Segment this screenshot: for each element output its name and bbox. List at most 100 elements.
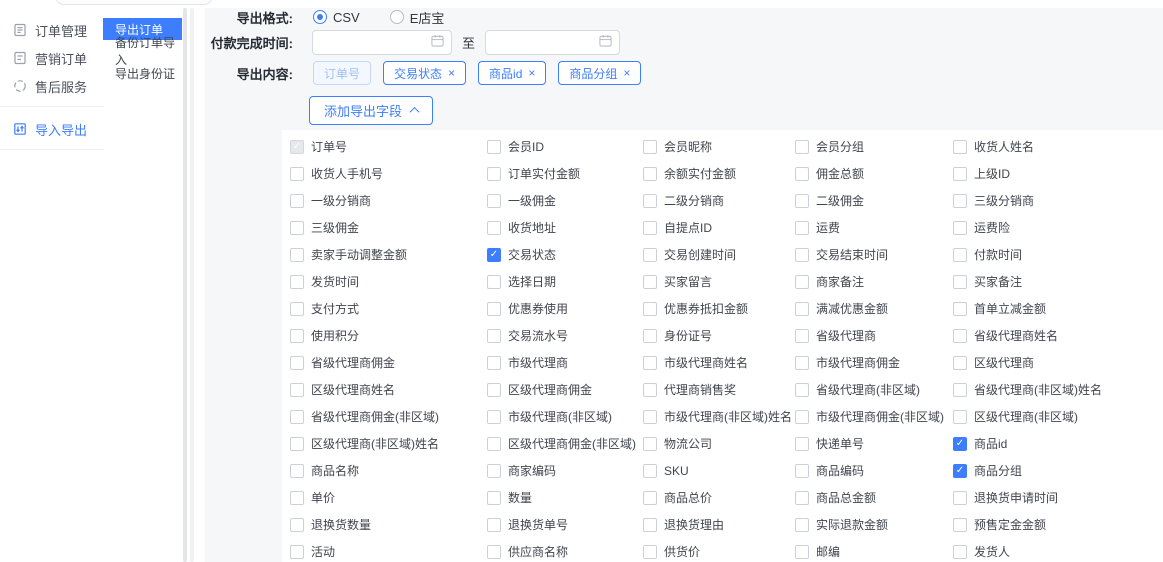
field-checkbox-item[interactable]: 实际退款金额 bbox=[795, 511, 953, 538]
remove-tag-icon[interactable]: × bbox=[623, 66, 630, 80]
checkbox-unchecked-icon[interactable] bbox=[795, 329, 809, 343]
checkbox-unchecked-icon[interactable] bbox=[290, 545, 304, 559]
checkbox-unchecked-icon[interactable] bbox=[953, 140, 967, 154]
field-checkbox-item[interactable]: 区级代理商 bbox=[953, 349, 1163, 376]
field-checkbox-item[interactable]: 发货时间 bbox=[290, 268, 487, 295]
checkbox-unchecked-icon[interactable] bbox=[795, 491, 809, 505]
checkbox-unchecked-icon[interactable] bbox=[953, 194, 967, 208]
field-checkbox-item[interactable]: 快递单号 bbox=[795, 430, 953, 457]
field-checkbox-item[interactable]: 市级代理商佣金(非区域) bbox=[795, 403, 953, 430]
checkbox-unchecked-icon[interactable] bbox=[290, 491, 304, 505]
checkbox-unchecked-icon[interactable] bbox=[643, 302, 657, 316]
checkbox-unchecked-icon[interactable] bbox=[487, 167, 501, 181]
field-checkbox-item[interactable]: 发货人 bbox=[953, 538, 1163, 562]
field-checkbox-item[interactable]: 省级代理商姓名 bbox=[953, 322, 1163, 349]
checkbox-unchecked-icon[interactable] bbox=[290, 221, 304, 235]
field-checkbox-item[interactable]: 区级代理商姓名 bbox=[290, 376, 487, 403]
field-checkbox-item[interactable]: 商家备注 bbox=[795, 268, 953, 295]
checkbox-unchecked-icon[interactable] bbox=[795, 383, 809, 397]
field-checkbox-item[interactable]: 商品总金额 bbox=[795, 484, 953, 511]
checkbox-unchecked-icon[interactable] bbox=[643, 221, 657, 235]
field-checkbox-item[interactable]: 付款时间 bbox=[953, 241, 1163, 268]
sidebar-scrollbar[interactable] bbox=[183, 8, 187, 562]
checkbox-unchecked-icon[interactable] bbox=[953, 356, 967, 370]
checkbox-unchecked-icon[interactable] bbox=[795, 518, 809, 532]
field-checkbox-item[interactable]: 选择日期 bbox=[487, 268, 643, 295]
checkbox-unchecked-icon[interactable] bbox=[290, 518, 304, 532]
checkbox-unchecked-icon[interactable] bbox=[643, 464, 657, 478]
checkbox-unchecked-icon[interactable] bbox=[487, 302, 501, 316]
checkbox-unchecked-icon[interactable] bbox=[487, 356, 501, 370]
field-checkbox-item[interactable]: 二级分销商 bbox=[643, 187, 795, 214]
checkbox-unchecked-icon[interactable] bbox=[643, 140, 657, 154]
field-checkbox-item[interactable]: ✓交易状态 bbox=[487, 241, 643, 268]
checkbox-unchecked-icon[interactable] bbox=[487, 140, 501, 154]
checkbox-unchecked-icon[interactable] bbox=[953, 545, 967, 559]
checkbox-unchecked-icon[interactable] bbox=[290, 329, 304, 343]
field-checkbox-item[interactable]: 代理商销售奖 bbox=[643, 376, 795, 403]
start-date-input[interactable] bbox=[312, 30, 452, 55]
field-checkbox-item[interactable]: 会员ID bbox=[487, 133, 643, 160]
checkbox-unchecked-icon[interactable] bbox=[795, 140, 809, 154]
field-checkbox-item[interactable]: 区级代理商佣金 bbox=[487, 376, 643, 403]
checkbox-unchecked-icon[interactable] bbox=[795, 410, 809, 424]
checkbox-unchecked-icon[interactable] bbox=[487, 275, 501, 289]
checkbox-unchecked-icon[interactable] bbox=[953, 302, 967, 316]
checkbox-unchecked-icon[interactable] bbox=[290, 248, 304, 262]
field-checkbox-item[interactable]: 会员分组 bbox=[795, 133, 953, 160]
checkbox-unchecked-icon[interactable] bbox=[795, 221, 809, 235]
field-checkbox-item[interactable]: 首单立减金额 bbox=[953, 295, 1163, 322]
checkbox-unchecked-icon[interactable] bbox=[487, 194, 501, 208]
checkbox-unchecked-icon[interactable] bbox=[953, 383, 967, 397]
checkbox-unchecked-icon[interactable] bbox=[290, 383, 304, 397]
field-checkbox-item[interactable]: 区级代理商(非区域) bbox=[953, 403, 1163, 430]
remove-tag-icon[interactable]: × bbox=[448, 66, 455, 80]
field-checkbox-item[interactable]: 满减优惠金额 bbox=[795, 295, 953, 322]
checkbox-unchecked-icon[interactable] bbox=[953, 248, 967, 262]
field-checkbox-item[interactable]: 交易结束时间 bbox=[795, 241, 953, 268]
checkbox-unchecked-icon[interactable] bbox=[953, 275, 967, 289]
field-checkbox-item[interactable]: 单价 bbox=[290, 484, 487, 511]
field-checkbox-item[interactable]: 会员昵称 bbox=[643, 133, 795, 160]
checkbox-checked-icon[interactable]: ✓ bbox=[487, 248, 501, 262]
submenu-item-备份订单导入[interactable]: 备份订单导入 bbox=[103, 40, 182, 62]
field-checkbox-item[interactable]: 收货人姓名 bbox=[953, 133, 1163, 160]
field-checkbox-item[interactable]: 自提点ID bbox=[643, 214, 795, 241]
field-checkbox-item[interactable]: 上级ID bbox=[953, 160, 1163, 187]
checkbox-unchecked-icon[interactable] bbox=[795, 167, 809, 181]
field-checkbox-item[interactable]: 商品名称 bbox=[290, 457, 487, 484]
checkbox-unchecked-icon[interactable] bbox=[643, 545, 657, 559]
checkbox-unchecked-icon[interactable] bbox=[643, 167, 657, 181]
field-checkbox-item[interactable]: 退换货数量 bbox=[290, 511, 487, 538]
field-checkbox-item[interactable]: 退换货申请时间 bbox=[953, 484, 1163, 511]
field-checkbox-item[interactable]: 退换货理由 bbox=[643, 511, 795, 538]
checkbox-unchecked-icon[interactable] bbox=[795, 194, 809, 208]
checkbox-unchecked-icon[interactable] bbox=[487, 437, 501, 451]
field-checkbox-item[interactable]: SKU bbox=[643, 457, 795, 484]
checkbox-unchecked-icon[interactable] bbox=[795, 464, 809, 478]
field-checkbox-item[interactable]: 区级代理商佣金(非区域) bbox=[487, 430, 643, 457]
field-checkbox-item[interactable]: 余额实付金额 bbox=[643, 160, 795, 187]
checkbox-unchecked-icon[interactable] bbox=[487, 491, 501, 505]
field-checkbox-item[interactable]: 佣金总额 bbox=[795, 160, 953, 187]
field-checkbox-item[interactable]: 市级代理商姓名 bbox=[643, 349, 795, 376]
field-checkbox-item[interactable]: 使用积分 bbox=[290, 322, 487, 349]
field-checkbox-item[interactable]: 市级代理商(非区域)姓名 bbox=[643, 403, 795, 430]
sidebar-item-营销订单[interactable]: 营销订单 bbox=[0, 44, 103, 72]
checkbox-unchecked-icon[interactable] bbox=[643, 383, 657, 397]
field-checkbox-item[interactable]: 优惠券使用 bbox=[487, 295, 643, 322]
field-checkbox-item[interactable]: 订单实付金额 bbox=[487, 160, 643, 187]
format-option-E店宝[interactable]: E店宝 bbox=[390, 8, 445, 27]
checkbox-unchecked-icon[interactable] bbox=[953, 491, 967, 505]
checkbox-unchecked-icon[interactable] bbox=[795, 356, 809, 370]
checkbox-unchecked-icon[interactable] bbox=[487, 221, 501, 235]
content-scrollbar[interactable] bbox=[190, 8, 194, 562]
checkbox-unchecked-icon[interactable] bbox=[643, 491, 657, 505]
field-checkbox-item[interactable]: 收货人手机号 bbox=[290, 160, 487, 187]
field-checkbox-item[interactable]: ✓商品id bbox=[953, 430, 1163, 457]
field-checkbox-item[interactable]: 二级佣金 bbox=[795, 187, 953, 214]
field-tag-商品分组[interactable]: 商品分组× bbox=[558, 61, 641, 85]
submenu-item-导出身份证[interactable]: 导出身份证 bbox=[103, 62, 182, 84]
field-checkbox-item[interactable]: 支付方式 bbox=[290, 295, 487, 322]
field-checkbox-item[interactable]: 数量 bbox=[487, 484, 643, 511]
